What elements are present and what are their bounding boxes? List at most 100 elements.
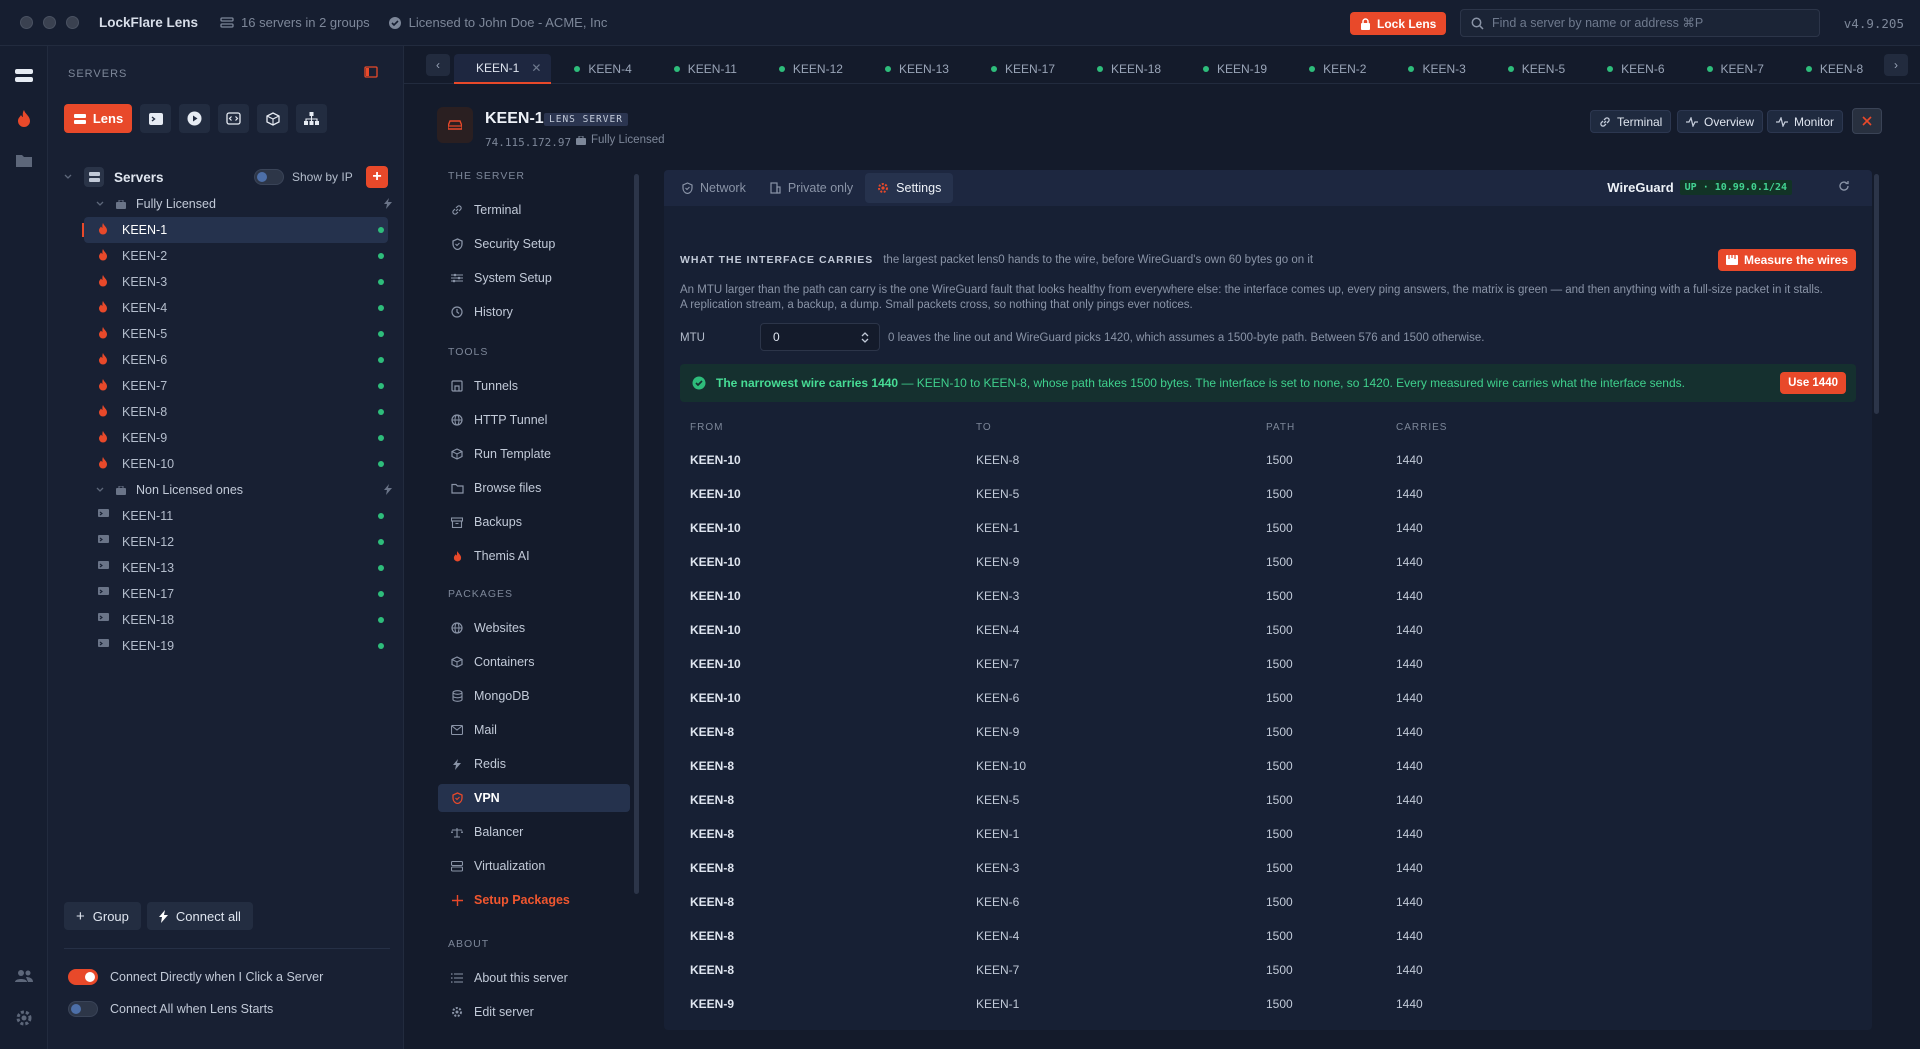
table-row[interactable]: KEEN-8 KEEN-3 1500 1440	[690, 861, 1840, 881]
server-item[interactable]: KEEN-11	[84, 503, 388, 529]
column-header[interactable]: CARRIES	[1396, 422, 1447, 433]
server-item[interactable]: KEEN-13	[84, 555, 388, 581]
server-tab[interactable]: KEEN-4	[551, 54, 650, 84]
server-tab[interactable]: KEEN-2	[1286, 54, 1385, 84]
search-input[interactable]	[1492, 16, 1792, 30]
nav-item-websites[interactable]: Websites	[438, 614, 630, 642]
table-row[interactable]: KEEN-8 KEEN-4 1500 1440	[690, 929, 1840, 949]
nav-item-containers[interactable]: Containers	[438, 648, 630, 676]
tabs-scroll-left-button[interactable]: ‹	[426, 53, 450, 76]
tab-network[interactable]: Network	[670, 173, 758, 203]
nav-item-system-setup[interactable]: System Setup	[438, 264, 630, 292]
nav-item-vpn[interactable]: VPN	[438, 784, 630, 812]
table-row[interactable]: KEEN-10 KEEN-3 1500 1440	[690, 589, 1840, 609]
refresh-icon[interactable]	[1838, 180, 1850, 192]
server-item[interactable]: KEEN-9	[84, 425, 388, 451]
terminal-tool-button[interactable]	[140, 104, 171, 133]
server-item[interactable]: KEEN-12	[84, 529, 388, 555]
table-row[interactable]: KEEN-8 KEEN-5 1500 1440	[690, 793, 1840, 813]
show-by-ip-toggle[interactable]	[254, 169, 284, 185]
play-tool-button[interactable]	[179, 104, 210, 133]
table-row[interactable]: KEEN-9 KEEN-1 1500 1440	[690, 997, 1840, 1017]
zoom-window-button[interactable]	[66, 16, 79, 29]
connect-all-toggle[interactable]	[68, 1001, 98, 1017]
header-monitor-button[interactable]: Monitor	[1767, 110, 1844, 133]
nav-item-balancer[interactable]: Balancer	[438, 818, 630, 846]
connect-direct-toggle[interactable]	[68, 969, 98, 985]
table-row[interactable]: KEEN-8 KEEN-7 1500 1440	[690, 963, 1840, 983]
rail-settings-gear-icon[interactable]	[12, 1006, 36, 1030]
rail-flame-icon[interactable]	[12, 106, 36, 130]
nav-item-virtualization[interactable]: Virtualization	[438, 852, 630, 880]
rail-folder-icon[interactable]	[12, 148, 36, 172]
table-row[interactable]: KEEN-10 KEEN-5 1500 1440	[690, 487, 1840, 507]
rail-servers-icon[interactable]	[12, 64, 36, 88]
measure-wires-button[interactable]: Measure the wires	[1717, 249, 1856, 271]
rail-users-icon[interactable]	[12, 964, 36, 988]
server-item[interactable]: KEEN-17	[84, 581, 388, 607]
server-item[interactable]: KEEN-7	[84, 373, 388, 399]
table-row[interactable]: KEEN-10 KEEN-7 1500 1440	[690, 657, 1840, 677]
server-tab[interactable]: KEEN-13	[862, 54, 968, 84]
add-server-button[interactable]: +	[366, 166, 388, 188]
nav-item-about-this-server[interactable]: About this server	[438, 964, 630, 992]
server-tab[interactable]: KEEN-18	[1074, 54, 1180, 84]
sidebar-collapse-icon[interactable]	[364, 66, 378, 78]
server-item[interactable]: KEEN-10	[84, 451, 388, 477]
server-tab[interactable]: KEEN-12	[756, 54, 862, 84]
nav-item-http-tunnel[interactable]: HTTP Tunnel	[438, 406, 630, 434]
package-tool-button[interactable]	[257, 104, 288, 133]
server-tab[interactable]: KEEN-19	[1180, 54, 1286, 84]
nav-item-redis[interactable]: Redis	[438, 750, 630, 778]
nav-item-history[interactable]: History	[438, 298, 630, 326]
lock-lens-button[interactable]: Lock Lens	[1350, 12, 1447, 35]
table-row[interactable]: KEEN-10 KEEN-8 1500 1440	[690, 453, 1840, 473]
server-item[interactable]: KEEN-5	[84, 321, 388, 347]
close-window-button[interactable]	[20, 16, 33, 29]
column-header[interactable]: TO	[976, 422, 992, 433]
table-row[interactable]: KEEN-10 KEEN-9 1500 1440	[690, 555, 1840, 575]
code-tool-button[interactable]	[218, 104, 249, 133]
network-tool-button[interactable]	[296, 104, 327, 133]
server-tab[interactable]: KEEN-11	[651, 54, 756, 84]
close-server-button[interactable]	[1852, 108, 1882, 134]
connect-all-button[interactable]: Connect all	[146, 902, 253, 930]
server-item[interactable]: KEEN-8	[84, 399, 388, 425]
server-item[interactable]: KEEN-18	[84, 607, 388, 633]
table-row[interactable]: KEEN-8 KEEN-9 1500 1440	[690, 725, 1840, 745]
nav-item-browse-files[interactable]: Browse files	[438, 474, 630, 502]
server-item[interactable]: KEEN-19	[84, 633, 388, 659]
add-group-button[interactable]: + Group	[64, 902, 141, 930]
server-item[interactable]: KEEN-3	[84, 269, 388, 295]
server-item[interactable]: KEEN-6	[84, 347, 388, 373]
server-item[interactable]: KEEN-4	[84, 295, 388, 321]
tab-private-only[interactable]: Private only	[758, 173, 865, 203]
server-item[interactable]: KEEN-2	[84, 243, 388, 269]
column-header[interactable]: FROM	[690, 422, 723, 433]
table-row[interactable]: KEEN-8 KEEN-10 1500 1440	[690, 759, 1840, 779]
nav-scrollbar[interactable]	[634, 174, 639, 894]
column-header[interactable]: PATH	[1266, 422, 1295, 433]
nav-item-edit-server[interactable]: Edit server	[438, 998, 630, 1026]
stepper-arrows-icon[interactable]	[861, 331, 869, 344]
chevron-down-icon[interactable]	[96, 487, 104, 493]
server-group-row[interactable]: Fully Licensed	[88, 191, 398, 217]
server-group-row[interactable]: Non Licensed ones	[88, 477, 398, 503]
content-scrollbar[interactable]	[1874, 174, 1879, 414]
tab-settings[interactable]: Settings	[865, 173, 954, 203]
table-row[interactable]: KEEN-10 KEEN-4 1500 1440	[690, 623, 1840, 643]
nav-item-setup-packages[interactable]: Setup Packages	[438, 886, 630, 914]
lens-button[interactable]: Lens	[64, 104, 132, 133]
nav-item-mail[interactable]: Mail	[438, 716, 630, 744]
server-item[interactable]: KEEN-1	[82, 217, 388, 243]
nav-item-terminal[interactable]: Terminal	[438, 196, 630, 224]
connect-group-lightning-icon[interactable]	[384, 198, 392, 209]
use-1440-button[interactable]: Use 1440	[1780, 372, 1846, 394]
header-terminal-button[interactable]: Terminal	[1590, 110, 1672, 133]
header-overview-button[interactable]: Overview	[1677, 110, 1764, 133]
mtu-stepper[interactable]	[760, 323, 880, 351]
minimize-window-button[interactable]	[43, 16, 56, 29]
server-tab[interactable]: KEEN-5	[1485, 54, 1584, 84]
nav-item-run-template[interactable]: Run Template	[438, 440, 630, 468]
nav-item-security-setup[interactable]: Security Setup	[438, 230, 630, 258]
